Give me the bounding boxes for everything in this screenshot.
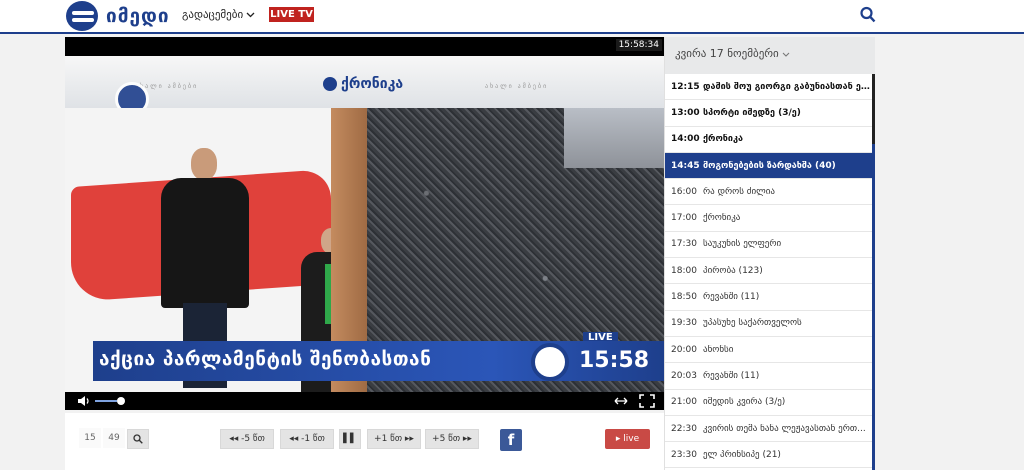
schedule-item[interactable]: 20:03 რევანში (11): [665, 363, 875, 390]
schedule-item[interactable]: 19:30 უპასუხე საქართველოს: [665, 311, 875, 337]
site-logo[interactable]: იმედი: [66, 1, 170, 31]
go-live-button[interactable]: ▸ live: [605, 429, 650, 449]
schedule-item-title: პირობა (123): [703, 265, 763, 276]
schedule-item-title: უპასუხე საქართველოს: [703, 318, 802, 329]
schedule-item-time: 20:00: [671, 344, 697, 355]
page-total[interactable]: 49: [103, 428, 125, 448]
schedule-item-time: 14:00: [671, 134, 700, 145]
schedule-item-time: 19:30: [671, 318, 697, 329]
rewind-1min-button[interactable]: ◂◂ -1 წთ: [280, 429, 334, 449]
schedule-item[interactable]: 18:50 რევანში (11): [665, 284, 875, 311]
schedule-item-title: ქრონიკა: [703, 213, 741, 224]
schedule-item[interactable]: 17:00 ქრონიკა: [665, 205, 875, 232]
schedule-item[interactable]: 21:00 იმედის კვირა (3/ე): [665, 390, 875, 416]
video-frame[interactable]: ახალი ამბები ქრონიკა ახალი ამბები LIVE ა…: [65, 56, 664, 392]
lower-third-caption: აქცია პარლამენტის შენობასთან 15:58: [93, 341, 664, 381]
schedule-item-time: 20:03: [671, 370, 697, 381]
schedule-item-time: 16:00: [671, 186, 697, 197]
schedule-item-title: სპორტი იმედზე (3/ე): [703, 107, 801, 118]
schedule-item-time: 12:15: [671, 81, 700, 92]
schedule-item-time: 13:00: [671, 107, 700, 118]
site-header: იმედი გადაცემები LIVE TV: [0, 0, 1024, 34]
schedule-item-time: 17:30: [671, 239, 697, 250]
lower-third-text: აქცია პარლამენტის შენობასთან: [99, 348, 432, 370]
schedule-item-title: რევანში (11): [703, 370, 760, 381]
search-icon: [133, 434, 143, 444]
video-player[interactable]: 15:58:34 ახალი ამბები ქრონიკა ახალი ამბე…: [65, 37, 664, 410]
forward-5min-button[interactable]: +5 წთ ▸▸: [425, 429, 479, 449]
chevron-down-icon: [246, 12, 255, 17]
player-toolbar: 15 49 ◂◂ -5 წთ ◂◂ -1 წთ ▌▌ +1 წთ ▸▸ +5 წ…: [65, 413, 664, 470]
chevron-down-icon: [782, 52, 790, 57]
schedule-item[interactable]: 17:30 საუკუნის ელფერი: [665, 232, 875, 259]
schedule-item-time: 18:00: [671, 265, 697, 276]
volume-slider[interactable]: [95, 400, 117, 402]
schedule-item-title: მოგონებების ზარდახშა (40): [703, 160, 836, 171]
schedule-item[interactable]: 14:00 ქრონიკა: [665, 127, 875, 153]
schedule-item[interactable]: 13:00 სპორტი იმედზე (3/ე): [665, 100, 875, 127]
schedule-item-time: 17:00: [671, 213, 697, 224]
nav-programs-label: გადაცემები: [182, 8, 244, 21]
page-current[interactable]: 15: [79, 428, 101, 448]
schedule-item-time: 23:30: [671, 449, 697, 460]
live-tv-button[interactable]: LIVE TV: [269, 7, 314, 22]
schedule-item-time: 21:00: [671, 397, 697, 408]
resize-arrows-icon[interactable]: [613, 394, 629, 408]
schedule-item[interactable]: 20:00 ანონსი: [665, 337, 875, 364]
lower-third-time: 15:58: [579, 348, 650, 373]
volume-knob[interactable]: [116, 397, 125, 405]
schedule-item-title: რა დროს ძილია: [703, 186, 775, 197]
zoom-search-button[interactable]: [127, 429, 149, 449]
banner-deco-right: ახალი ამბები: [485, 83, 549, 90]
schedule-item-title: ანონსი: [703, 344, 734, 355]
facebook-share-button[interactable]: f: [500, 429, 522, 451]
search-icon[interactable]: [860, 6, 876, 24]
channel-logo: ქრონიკა: [323, 76, 403, 92]
schedule-date-label: კვირა 17 ნოემბერი: [675, 47, 779, 60]
schedule-item[interactable]: 12:15 დამის შოუ გიორგი გაბუნიასთან ერ...: [665, 74, 875, 101]
schedule-scroll-thumb[interactable]: [872, 74, 875, 144]
schedule-item[interactable]: 18:00 პირობა (123): [665, 258, 875, 285]
forward-1min-button[interactable]: +1 წთ ▸▸: [367, 429, 421, 449]
building: [564, 108, 664, 168]
pause-button[interactable]: ▌▌: [339, 429, 361, 449]
schedule-item-title: დამის შოუ გიორგი გაბუნიასთან ერ...: [703, 81, 875, 92]
schedule-list: 12:15 დამის შოუ გიორგი გაბუნიასთან ერ... 1…: [665, 74, 875, 469]
schedule-item-title: კვირის თემა ნანა ლეჟავასთან ერთ...: [703, 423, 866, 434]
rewind-5min-button[interactable]: ◂◂ -5 წთ: [220, 429, 274, 449]
program-schedule: კვირა 17 ნოემბერი 12:15 დამის შოუ გიორგი …: [664, 37, 875, 470]
schedule-item-title: რევანში (11): [703, 292, 760, 303]
player-controls: [65, 392, 664, 410]
lower-third-logo-icon: [531, 343, 569, 381]
fullscreen-icon[interactable]: [639, 394, 655, 408]
schedule-item[interactable]: 14:45 მოგონებების ზარდახშა (40): [665, 152, 875, 180]
schedule-item-title: იმედის კვირა (3/ე): [703, 397, 786, 408]
video-top-banner: ახალი ამბები ქრონიკა ახალი ამბები: [65, 56, 664, 108]
player-top-bar: 15:58:34: [65, 37, 664, 56]
schedule-item[interactable]: 16:00 რა დროს ძილია: [665, 179, 875, 206]
volume-icon[interactable]: [77, 395, 91, 407]
schedule-item[interactable]: 22:30 კვირის თემა ნანა ლეჟავასთან ერთ...: [665, 416, 875, 443]
logo-mark-icon: [66, 1, 98, 31]
player-timestamp: 15:58:34: [615, 39, 662, 51]
schedule-item-title: ელ პრინსიპე (21): [703, 449, 781, 460]
nav-programs-menu[interactable]: გადაცემები: [182, 8, 255, 21]
channel-logo-icon: [323, 77, 337, 91]
logo-text: იმედი: [106, 5, 170, 27]
schedule-item[interactable]: 23:30 ელ პრინსიპე (21): [665, 442, 875, 469]
schedule-item-time: 14:45: [671, 160, 700, 171]
schedule-item-title: ქრონიკა: [703, 134, 743, 145]
schedule-item-time: 22:30: [671, 423, 697, 434]
schedule-item-time: 18:50: [671, 292, 697, 303]
schedule-date-selector[interactable]: კვირა 17 ნოემბერი: [665, 37, 875, 74]
schedule-item-title: საუკუნის ელფერი: [703, 239, 782, 250]
channel-name: ქრონიკა: [341, 76, 404, 92]
